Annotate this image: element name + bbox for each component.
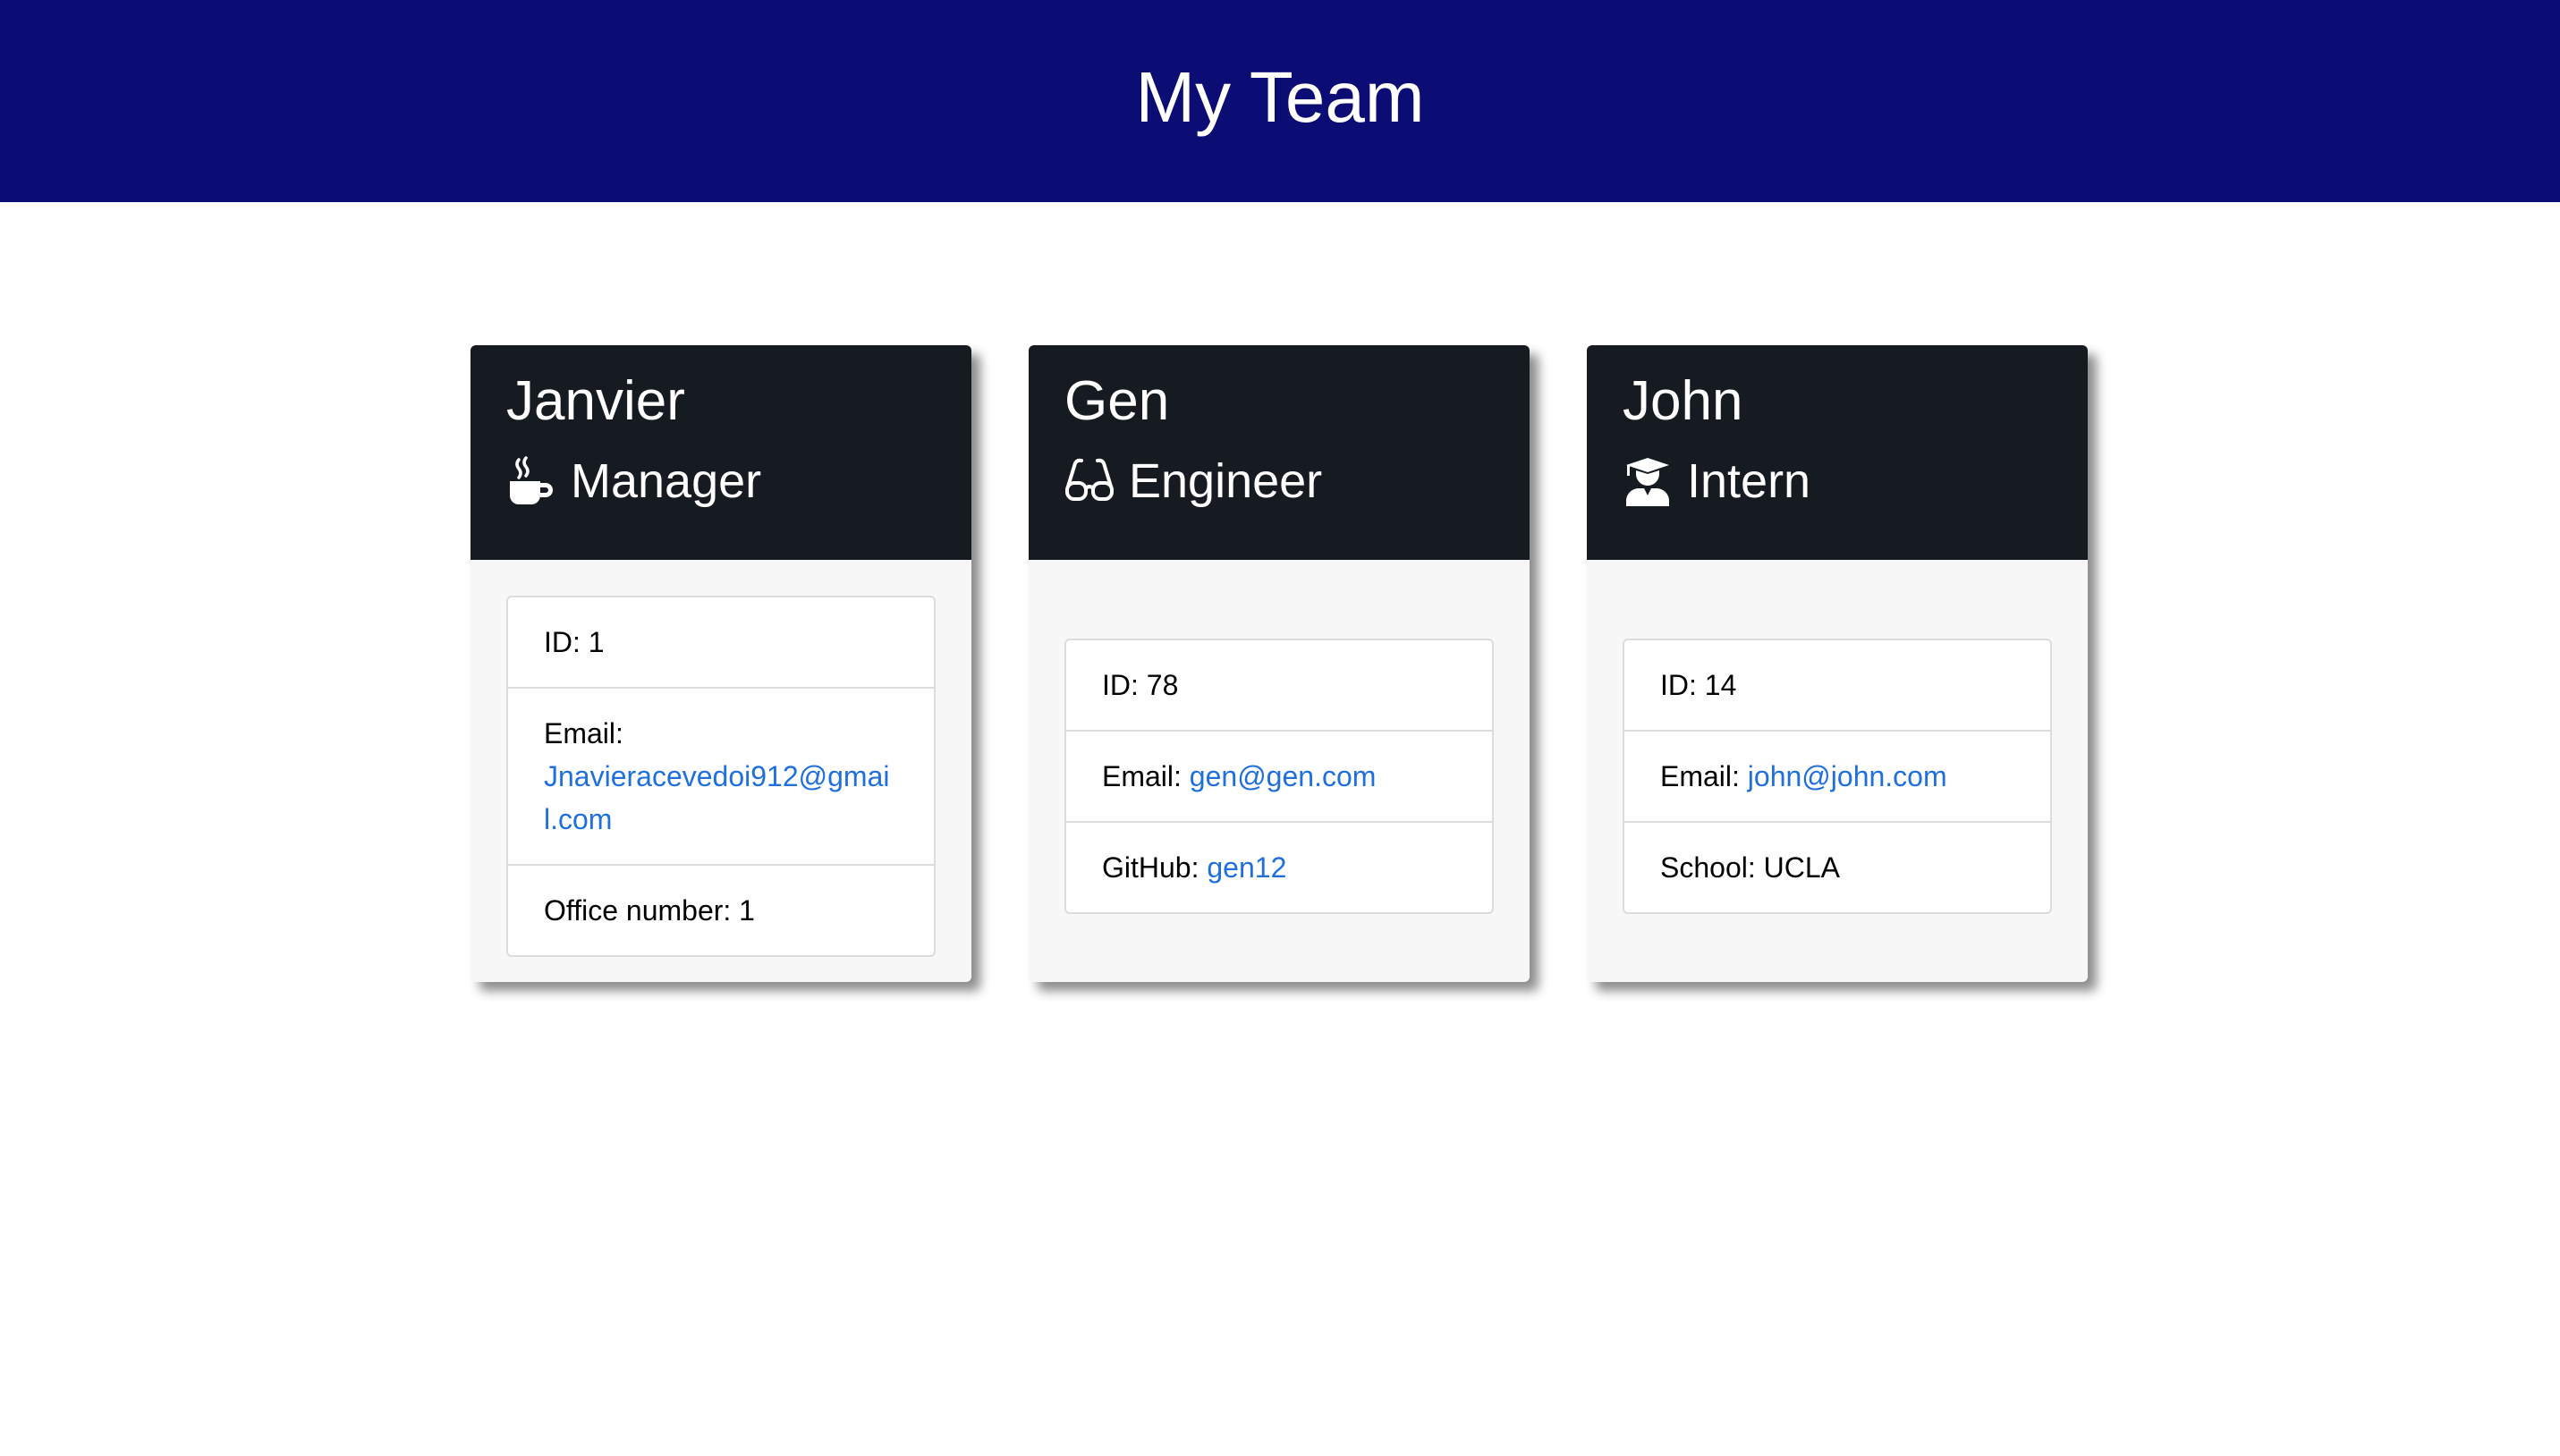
id-item: ID: 1: [508, 597, 934, 689]
school-label: School: UCLA: [1660, 851, 1840, 884]
github-label: GitHub:: [1102, 851, 1199, 884]
email-item: Email: john@john.com: [1624, 732, 2050, 823]
info-list: ID: 14 Email: john@john.com School: UCLA: [1623, 639, 2052, 914]
user-graduate-icon: [1623, 456, 1673, 506]
id-item: ID: 78: [1066, 640, 1492, 732]
employee-name: John: [1623, 370, 1743, 432]
employee-card-manager: Janvier Manager ID: 1 Email: Jnavieraceve…: [470, 345, 971, 982]
role-label: Engineer: [1129, 454, 1323, 508]
role-row: Intern: [1623, 456, 2052, 506]
github-item: GitHub: gen12: [1066, 823, 1492, 912]
page-header: My Team: [0, 0, 2560, 202]
card-header: Gen Engineer: [1029, 345, 1530, 560]
email-label: Email:: [1102, 760, 1182, 792]
role-row: Manager: [506, 456, 936, 506]
school-item: School: UCLA: [1624, 823, 2050, 912]
id-item: ID: 14: [1624, 640, 2050, 732]
email-item: Email: gen@gen.com: [1066, 732, 1492, 823]
email-label: Email:: [544, 717, 623, 749]
employee-card-engineer: Gen Engineer ID: 78 Email: gen@gen.com G…: [1029, 345, 1530, 982]
office-number-label: Office number: 1: [544, 894, 755, 927]
info-list: ID: 1 Email: Jnavieracevedoi912@gmail.com…: [506, 596, 936, 957]
info-list: ID: 78 Email: gen@gen.com GitHub: gen12: [1064, 639, 1494, 914]
employee-name: Gen: [1064, 370, 1170, 432]
glasses-icon: [1064, 456, 1115, 506]
card-body: ID: 1 Email: Jnavieracevedoi912@gmail.com…: [470, 560, 971, 982]
mug-hot-icon: [506, 456, 556, 506]
email-label: Email:: [1660, 760, 1740, 792]
id-label: ID: 78: [1102, 669, 1179, 701]
role-row: Engineer: [1064, 456, 1494, 506]
card-header: Janvier Manager: [470, 345, 971, 560]
id-label: ID: 1: [544, 626, 605, 658]
id-label: ID: 14: [1660, 669, 1737, 701]
role-label: Manager: [571, 454, 762, 508]
employee-name: Janvier: [506, 370, 685, 432]
role-label: Intern: [1687, 454, 1811, 508]
employee-card-intern: John Intern ID: 14 Email: john@john.com: [1587, 345, 2088, 982]
office-number-item: Office number: 1: [508, 866, 934, 955]
card-body: ID: 78 Email: gen@gen.com GitHub: gen12: [1029, 560, 1530, 982]
email-link[interactable]: Jnavieracevedoi912@gmail.com: [544, 760, 889, 835]
github-link[interactable]: gen12: [1207, 851, 1286, 884]
email-link[interactable]: gen@gen.com: [1190, 760, 1377, 792]
card-body: ID: 14 Email: john@john.com School: UCLA: [1587, 560, 2088, 982]
card-header: John Intern: [1587, 345, 2088, 560]
email-link[interactable]: john@john.com: [1748, 760, 1947, 792]
email-item: Email: Jnavieracevedoi912@gmail.com: [508, 689, 934, 866]
page-title: My Team: [1135, 57, 1425, 137]
